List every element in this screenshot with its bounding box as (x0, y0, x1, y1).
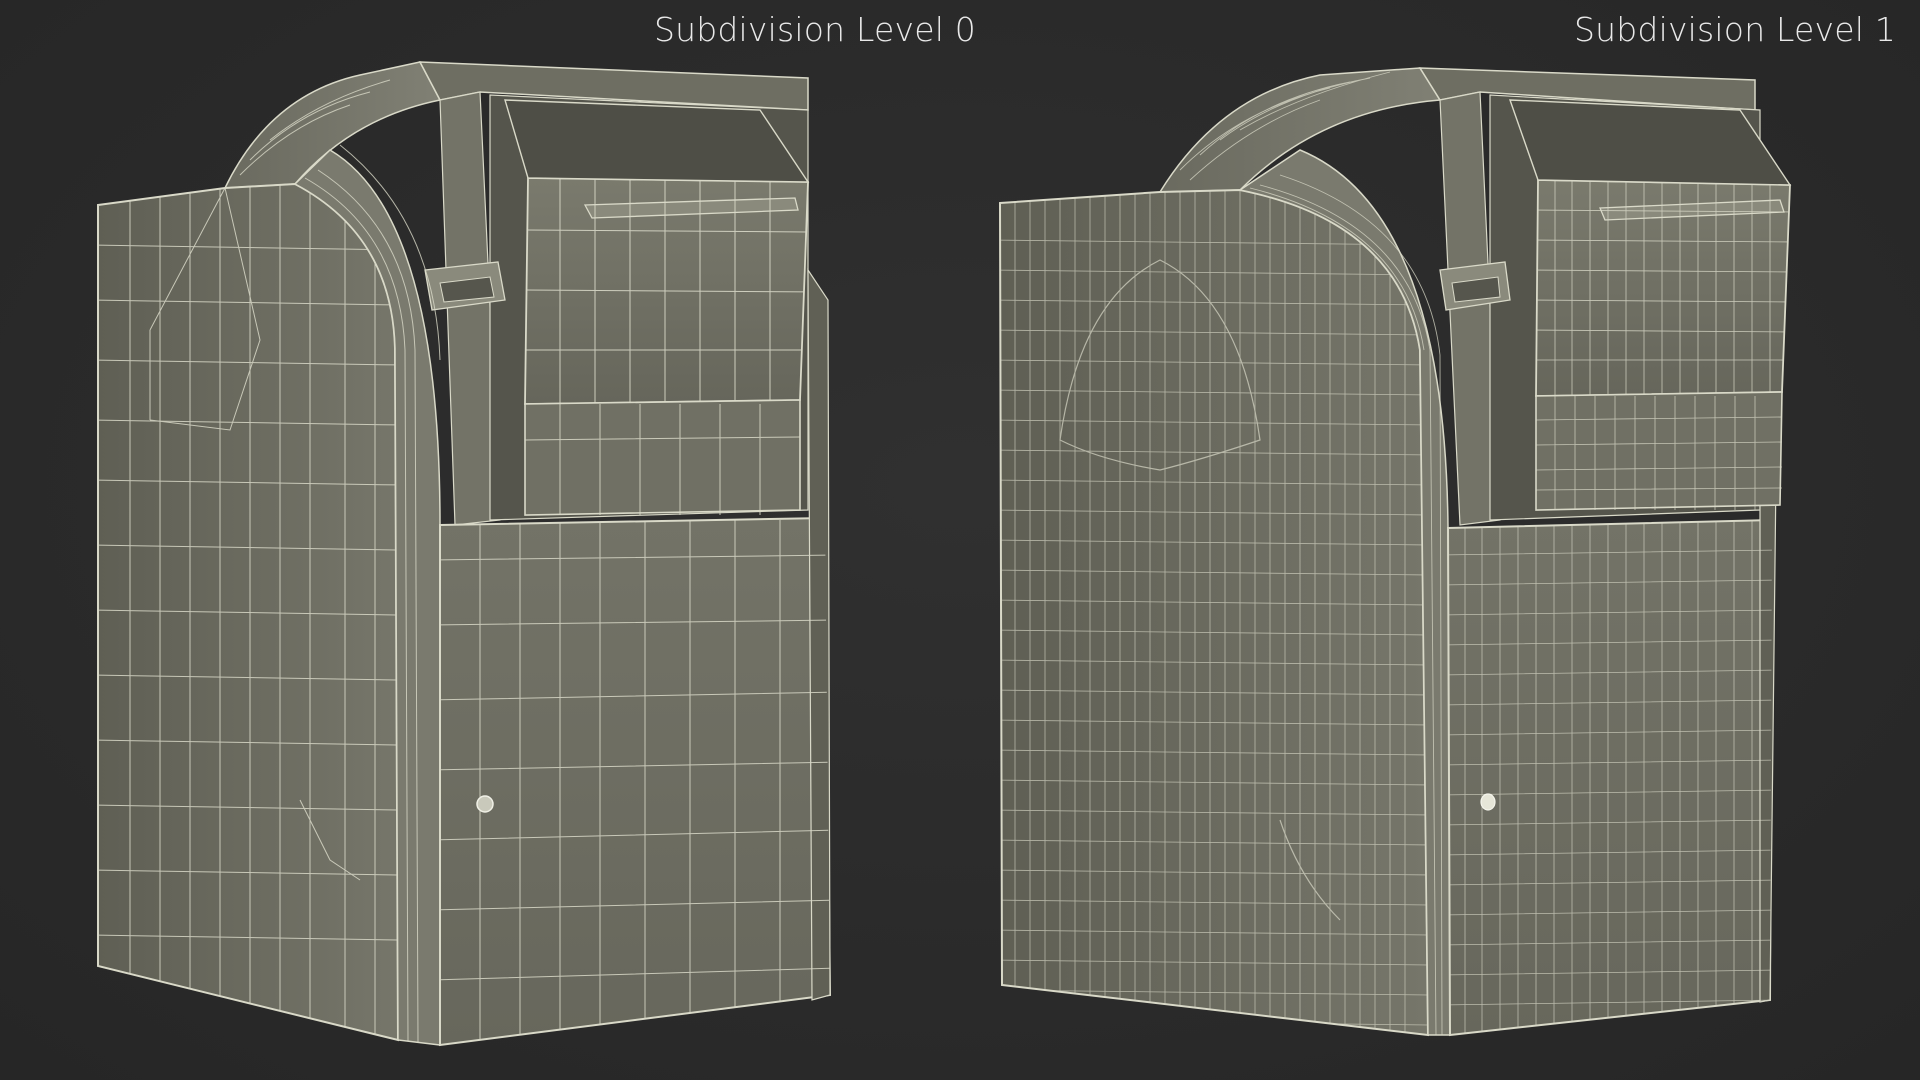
mailbox-level-0 (97, 61, 832, 1047)
mailbox-level-1 (998, 67, 1792, 1037)
render-viewport: Subdivision Level 0 Subdivision Level 1 (0, 0, 1920, 1080)
mailbox-renders (97, 61, 1792, 1047)
